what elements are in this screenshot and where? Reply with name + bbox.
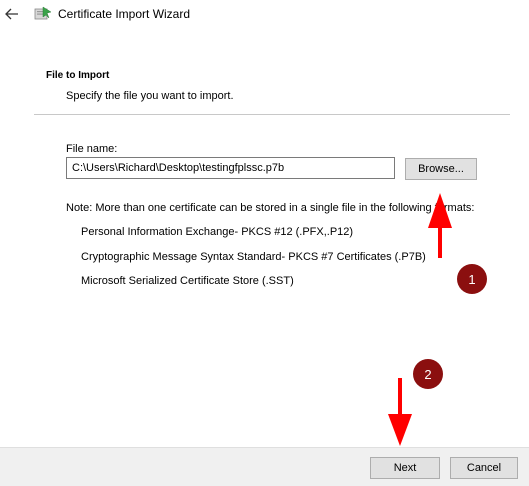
browse-button[interactable]: Browse... <box>405 158 477 180</box>
next-button[interactable]: Next <box>370 457 440 479</box>
file-name-input[interactable] <box>66 157 395 179</box>
window-title: Certificate Import Wizard <box>58 7 191 21</box>
annotation-badge-2-label: 2 <box>424 367 431 382</box>
title-bar: Certificate Import Wizard <box>0 0 529 30</box>
section-heading: File to Import <box>46 70 110 81</box>
annotation-badge-1-label: 1 <box>468 272 475 287</box>
annotation-badge-2: 2 <box>413 359 443 389</box>
annotation-arrow-down-icon <box>388 378 412 446</box>
format-item-sst: Microsoft Serialized Certificate Store (… <box>81 275 294 287</box>
format-item-p7b: Cryptographic Message Syntax Standard- P… <box>81 251 426 263</box>
divider <box>34 114 510 115</box>
formats-note: Note: More than one certificate can be s… <box>66 202 475 214</box>
back-arrow-icon[interactable] <box>4 6 20 22</box>
section-description: Specify the file you want to import. <box>66 90 234 102</box>
annotation-badge-1: 1 <box>457 264 487 294</box>
file-name-label: File name: <box>66 143 118 155</box>
format-item-pfx: Personal Information Exchange- PKCS #12 … <box>81 226 354 238</box>
cancel-button[interactable]: Cancel <box>450 457 518 479</box>
certificate-icon <box>34 6 52 20</box>
